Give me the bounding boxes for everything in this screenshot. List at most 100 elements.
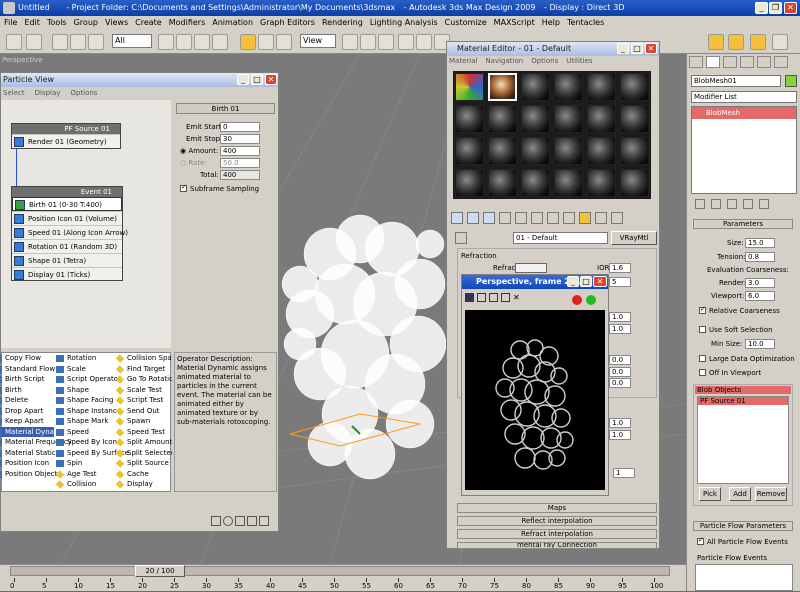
depot-operator-item[interactable]: Go To Rotation [114,374,172,385]
glossiness-input[interactable]: 5 [609,277,631,287]
event-node[interactable]: Event 01 Birth 01 (0-30 T:400) Position I… [11,186,128,281]
param-input-3[interactable]: 1.0 [609,324,631,334]
hierarchy-tab-icon[interactable] [723,56,737,68]
material-sample-slot[interactable] [620,137,649,165]
clear-icon[interactable]: ✕ [513,293,522,302]
menu-help[interactable]: Help [542,16,560,30]
depot-operator-item[interactable]: Split Selected [114,448,172,459]
bind-space-warp-icon[interactable] [88,34,104,50]
object-name-field[interactable]: BlobMesh01 [691,75,781,87]
select-link-icon[interactable] [52,34,68,50]
material-sample-slot[interactable] [521,137,550,165]
material-sample-slot[interactable] [488,105,517,133]
close-button[interactable]: ✕ [784,2,797,14]
reset-map-icon[interactable] [499,212,511,224]
depot-operator-item[interactable]: Collision [54,479,112,490]
rw-close-button[interactable]: ✕ [593,276,607,287]
select-manipulate-icon[interactable] [360,34,376,50]
me-maximize-button[interactable]: □ [631,43,643,54]
source-render-row[interactable]: Render 01 (Geometry) [12,134,120,148]
material-sample-slot[interactable] [620,169,649,197]
event-operator-row[interactable]: Speed 01 (Along Icon Arrow) [12,225,128,239]
depot-operator-item[interactable]: Position Icon [0,458,54,469]
quick-render-icon[interactable] [772,34,788,50]
pf-parameters-rollout[interactable]: Particle Flow Parameters [693,521,793,531]
zoom-extents-icon[interactable] [247,516,257,526]
material-sample-slot[interactable] [620,73,649,101]
menu-file[interactable]: File [4,16,17,30]
depot-operator-item[interactable]: Speed By Icon [54,437,117,448]
make-unique-icon[interactable] [515,212,527,224]
depot-operator-item[interactable]: Send Out [114,406,172,417]
event-operator-row[interactable]: Rotation 01 (Random 3D) [12,239,122,253]
make-unique-stack-icon[interactable] [727,199,737,209]
remove-modifier-icon[interactable] [743,199,753,209]
utilities-tab-icon[interactable] [774,56,788,68]
menu-tools[interactable]: Tools [47,16,67,30]
create-tab-icon[interactable] [689,56,703,68]
event-operator-row[interactable]: Birth 01 (0-30 T:400) [12,197,122,211]
menu-graph-editors[interactable]: Graph Editors [260,16,315,30]
red-channel-icon[interactable] [572,295,582,305]
undo-icon[interactable] [6,34,22,50]
material-sample-slot[interactable] [587,137,616,165]
pv-minimize-button[interactable]: _ [237,74,249,85]
display-tab-icon[interactable] [757,56,771,68]
material-sample-slot[interactable] [455,169,484,197]
amount-input[interactable]: 400 [220,146,260,156]
emit-stop-input[interactable]: 30 [220,134,260,144]
material-type-button[interactable]: VRayMtl [611,231,657,245]
snaps-toggle-icon[interactable] [398,34,414,50]
all-pf-events-checkbox[interactable]: All Particle Flow Events [697,536,788,546]
undo-zoom-icon[interactable] [259,516,269,526]
depot-operator-item[interactable]: Scale Test [114,385,172,396]
go-to-parent-icon[interactable] [595,212,607,224]
pivot-center-icon[interactable] [342,34,358,50]
menu-create[interactable]: Create [135,16,162,30]
pv-maximize-button[interactable]: □ [251,74,263,85]
relative-coarseness-checkbox[interactable]: Relative Coarseness [699,305,780,315]
material-sample-slot[interactable] [587,73,616,101]
select-rotate-icon[interactable] [258,34,274,50]
depot-operator-item[interactable]: Standard Flow [0,364,55,375]
material-sample-slot[interactable] [488,137,517,165]
modify-tab-icon[interactable] [706,56,720,68]
maps-rollout[interactable]: Maps [457,503,657,513]
material-sample-slot[interactable] [488,169,517,197]
select-move-icon[interactable] [240,34,256,50]
depot-operator-item[interactable]: Speed By Surface [54,448,129,459]
material-sample-slot[interactable] [488,73,517,101]
menu-group[interactable]: Group [74,16,98,30]
depot-operator-item[interactable]: Birth Script [0,374,54,385]
me-menu-options[interactable]: Options [531,57,558,65]
event-operator-row[interactable]: Position Icon 01 (Volume) [12,211,122,225]
refract-color-swatch[interactable] [515,263,547,273]
depot-operator-item[interactable]: Split Amount [114,437,172,448]
event-operator-row[interactable]: Display 01 (Ticks) [12,267,122,281]
rw-minimize-button[interactable]: _ [567,276,579,287]
material-name-field[interactable]: 01 - Default [513,232,608,244]
render-coarseness-input[interactable]: 3.0 [745,278,775,288]
pick-button[interactable]: Pick [699,487,721,501]
depot-operator-item[interactable]: Collision Spawn [114,353,172,364]
param-input-7[interactable]: 1.0 [609,418,631,428]
me-menu-navigation[interactable]: Navigation [485,57,523,65]
refract-interpolation-rollout[interactable]: Refract interpolation [457,529,657,539]
depot-operator-item[interactable]: Birth [0,385,54,396]
size-input[interactable]: 15.0 [745,238,775,248]
material-sample-slot[interactable] [554,73,583,101]
viewport-label[interactable]: Perspective [2,56,43,64]
depot-operator-item[interactable]: Spawn [114,416,172,427]
depot-operator-item[interactable]: Split Source [114,458,172,469]
show-end-result-icon[interactable] [579,212,591,224]
depot-operator-item[interactable]: Material Frequency [0,437,72,448]
depot-operator-item[interactable]: Shape Mark [54,416,112,427]
material-sample-slot[interactable] [521,73,550,101]
zoom-icon[interactable] [223,516,233,526]
remove-button[interactable]: Remove [755,487,787,501]
rate-input[interactable]: 50.0 [220,158,260,168]
me-menu-utilities[interactable]: Utilities [566,57,592,65]
get-material-icon[interactable] [451,212,463,224]
off-in-viewport-checkbox[interactable]: Off In Viewport [699,368,761,377]
copy-image-icon[interactable] [477,293,486,302]
